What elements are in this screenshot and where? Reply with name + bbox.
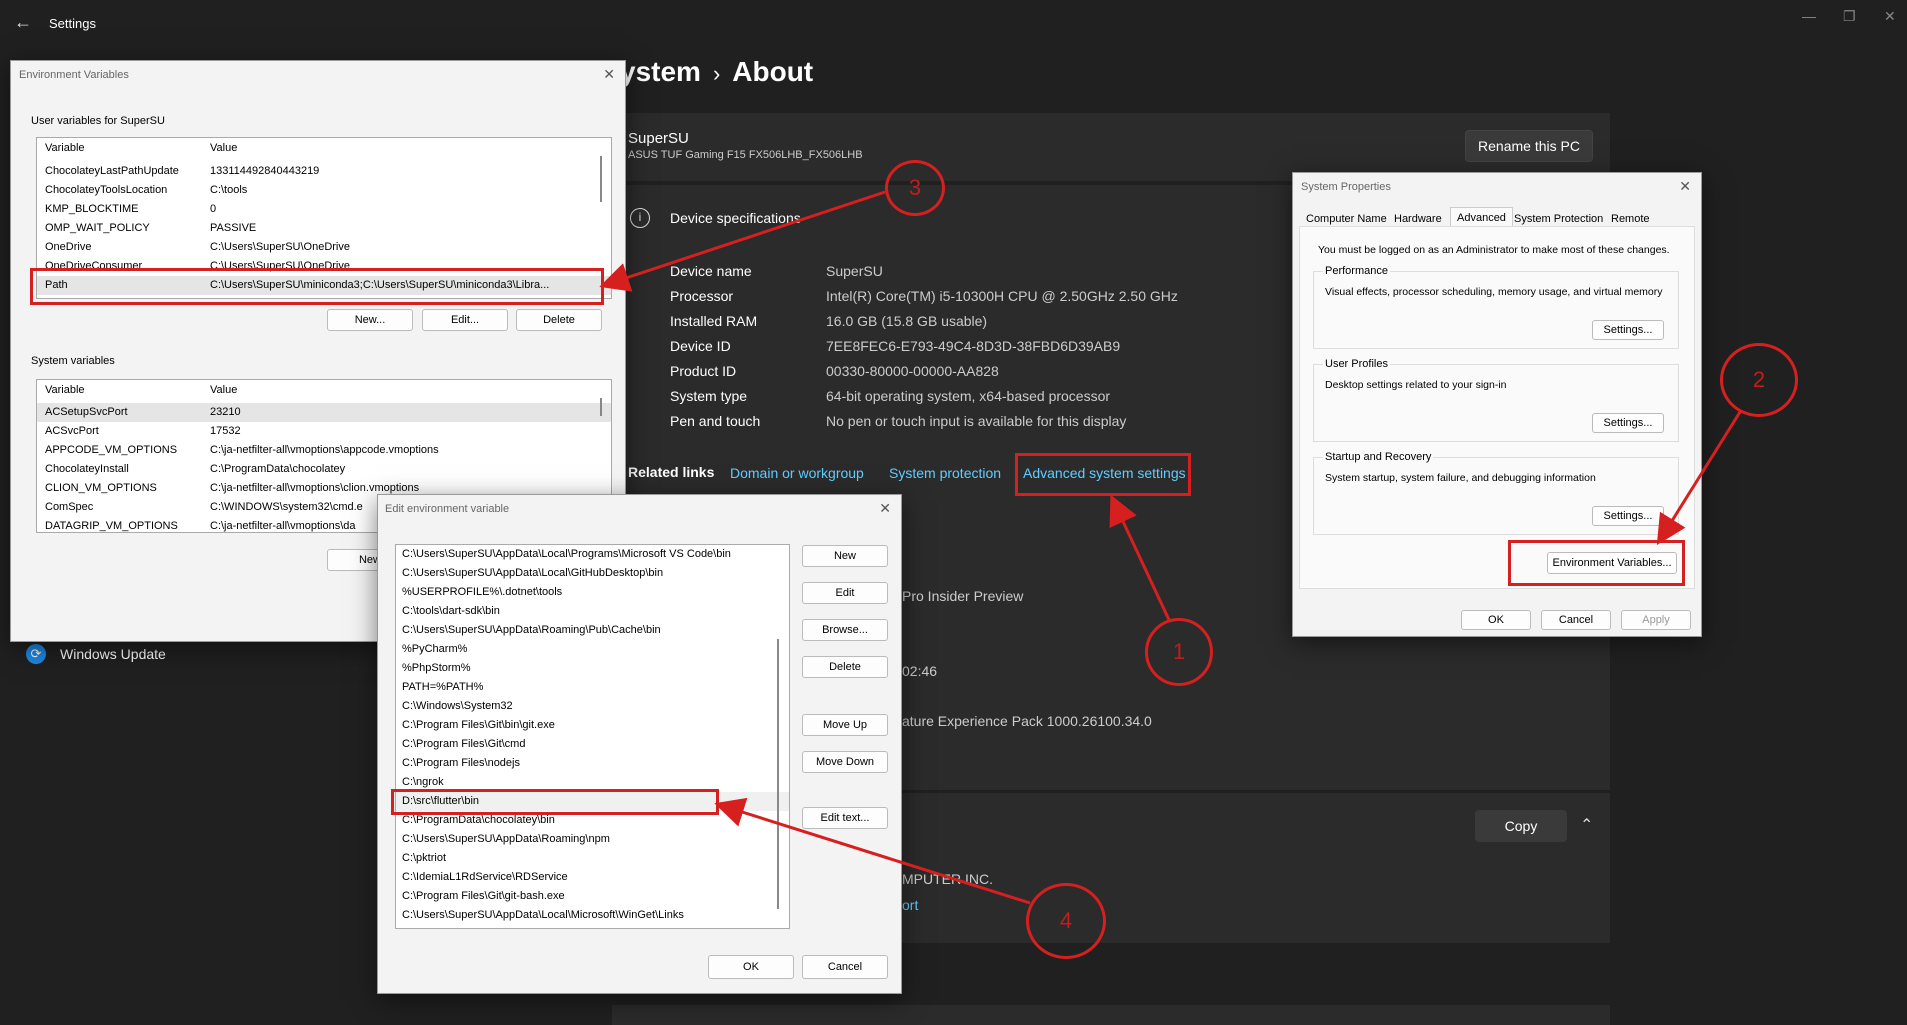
step-marker-2: 2 — [1720, 343, 1798, 417]
annotation-arrows — [599, 190, 1742, 905]
highlight-path-row — [30, 268, 604, 305]
highlight-environment-variables — [1508, 540, 1685, 586]
step-marker-1: 1 — [1145, 618, 1213, 686]
arrow-2 — [1656, 411, 1742, 546]
arrow-3 — [599, 190, 886, 292]
step-marker-4: 4 — [1026, 883, 1106, 959]
arrow-1 — [1109, 494, 1172, 623]
highlight-flutter-entry — [391, 789, 719, 815]
highlight-advanced-settings — [1015, 453, 1191, 496]
step-marker-3: 3 — [885, 160, 945, 216]
arrow-4 — [714, 797, 1031, 905]
